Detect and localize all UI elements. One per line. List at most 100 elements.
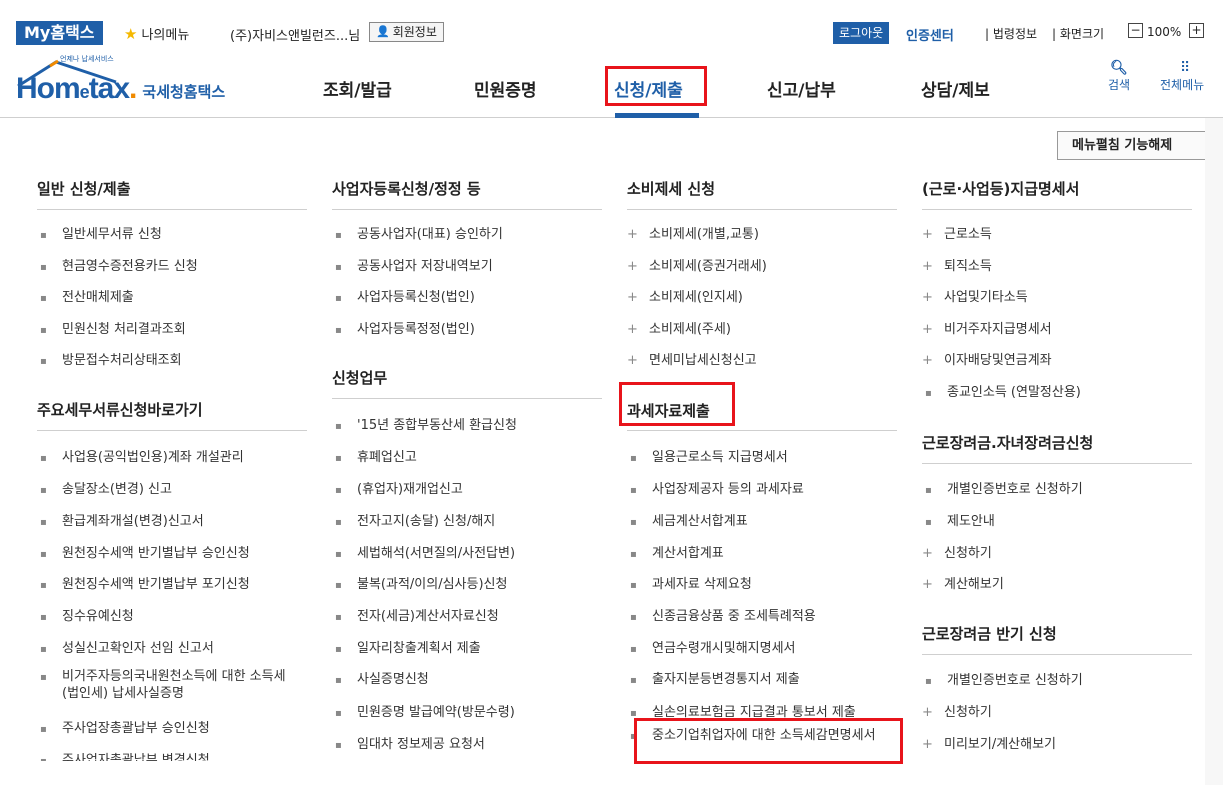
menu-item[interactable]: ▪ 개별인증번호로 신청하기: [925, 669, 1083, 688]
menu-item[interactable]: + 퇴직소득: [922, 255, 992, 274]
menu-item[interactable]: + 사업및기타소득: [922, 286, 1028, 305]
top-utility-bar: My홈택스 ★ 나의메뉴 (주)자비스앤빌런즈...님 👤 회원정보 로그아웃 …: [0, 0, 1223, 46]
law-info-link[interactable]: | 법령정보: [985, 25, 1037, 42]
bullet-icon: ▪: [630, 612, 637, 623]
bullet-icon: ▪: [40, 262, 47, 273]
section-divider: [37, 209, 307, 210]
menu-item[interactable]: ▪ 전자(세금)계산서자료신청: [335, 605, 499, 624]
menu-item[interactable]: ▪ 공동사업자 저장내역보기: [335, 255, 493, 274]
menu-item[interactable]: ▪ 세법해석(서면질의/사전답변): [335, 542, 515, 561]
menu-item[interactable]: ▪ 사업장제공자 등의 과세자료: [630, 478, 804, 497]
menu-item[interactable]: ▪ 휴폐업신고: [335, 446, 417, 465]
plus-icon: +: [627, 290, 638, 305]
menu-item[interactable]: ▪ 전자고지(송달) 신청/해지: [335, 510, 495, 529]
section-divider: [627, 209, 897, 210]
bullet-icon: ▪: [925, 485, 932, 496]
bullet-icon: ▪: [40, 325, 47, 336]
menu-item[interactable]: + 근로소득: [922, 223, 992, 242]
my-menu-label: 나의메뉴: [141, 28, 190, 43]
menu-item[interactable]: ▪ '15년 종합부동산세 환급신청: [335, 414, 517, 433]
plus-icon: +: [627, 227, 638, 242]
gnb-tab-certificate[interactable]: 민원증명: [474, 76, 537, 101]
menu-item[interactable]: ▪ (휴업자)재개업신고: [335, 478, 463, 497]
menu-item[interactable]: + 계산해보기: [922, 573, 1004, 592]
menu-item[interactable]: ▪ 현금영수증전용카드 신청: [40, 255, 198, 274]
menu-item[interactable]: + 면세미납세신청신고: [627, 349, 757, 368]
menu-item[interactable]: ▪ 방문접수처리상태조회: [40, 349, 182, 368]
plus-icon: +: [922, 227, 933, 242]
menu-item[interactable]: ▪ 사업용(공익법인용)계좌 개설관리: [40, 446, 244, 465]
menu-item[interactable]: ▪ 사실증명신청: [335, 668, 429, 687]
menu-item[interactable]: ▪ 개별인증번호로 신청하기: [925, 478, 1083, 497]
menu-item[interactable]: ▪ 임대차 정보제공 요청서: [335, 733, 485, 752]
section-divider: [332, 209, 602, 210]
menu-item[interactable]: ▪ 사업자등록정정(법인): [335, 318, 475, 337]
menu-item[interactable]: ▪ 원천징수세액 반기별납부 포기신청: [40, 573, 250, 592]
menu-item[interactable]: + 미리보기/계산해보기: [922, 733, 1056, 752]
section-divider: [37, 430, 307, 431]
zoom-in-button[interactable]: +: [1189, 23, 1204, 38]
menu-item[interactable]: + 이자배당및연금계좌: [922, 349, 1052, 368]
hometax-logo[interactable]: Hometax. 국세청홈택스: [16, 58, 225, 106]
menu-item[interactable]: ▪ 징수유예신청: [40, 605, 134, 624]
menu-item[interactable]: ▪ 출자지분등변경통지서 제출: [630, 668, 800, 687]
menu-item[interactable]: + 소비제세(주세): [627, 318, 731, 337]
menu-item[interactable]: ▪ 민원신청 처리결과조회: [40, 318, 186, 337]
menu-item[interactable]: ▪ 공동사업자(대표) 승인하기: [335, 223, 503, 242]
gnb-tab-report-pay[interactable]: 신고/납부: [767, 76, 836, 101]
auth-center-link[interactable]: 인증센터: [906, 25, 954, 44]
menu-item[interactable]: ▪ 불복(과적/이의/심사등)신청: [335, 573, 507, 592]
scrollbar-track[interactable]: [1205, 118, 1223, 785]
section-title-half-year-credit: 근로장려금 반기 신청: [922, 625, 1057, 643]
menu-item[interactable]: ▪ 민원증명 발급예약(방문수령): [335, 701, 515, 720]
bullet-icon: ▪: [335, 675, 342, 686]
menu-item[interactable]: ▪ 신종금융상품 중 조세특례적용: [630, 605, 816, 624]
menu-item[interactable]: ▪ 세금계산서합계표: [630, 510, 748, 529]
menu-item[interactable]: ▪ 제도안내: [925, 510, 995, 529]
menu-item[interactable]: + 소비제세(증권거래세): [627, 255, 767, 274]
zoom-out-button[interactable]: −: [1128, 23, 1143, 38]
search-button[interactable]: 🔍︎ 검색: [1104, 60, 1134, 93]
person-icon: 👤: [376, 25, 390, 38]
menu-item[interactable]: ▪ 일용근로소득 지급명세서: [630, 446, 788, 465]
logout-button[interactable]: 로그아웃: [833, 22, 890, 44]
bullet-icon: ▪: [335, 262, 342, 273]
menu-item[interactable]: + 소비제세(인지세): [627, 286, 743, 305]
menu-item[interactable]: + 비거주자지급명세서: [922, 318, 1052, 337]
menu-expand-toggle-button[interactable]: 메뉴펼침 기능해제: [1057, 131, 1223, 160]
menu-item[interactable]: ▪ 성실신고확인자 선임 신고서: [40, 637, 214, 656]
menu-item[interactable]: + 신청하기: [922, 542, 992, 561]
menu-item[interactable]: + 소비제세(개별,교통): [627, 223, 759, 242]
menu-item[interactable]: ▪ 계산서합계표: [630, 542, 724, 561]
bullet-icon: ▪: [335, 293, 342, 304]
section-title-general-apply: 일반 신청/제출: [37, 180, 131, 198]
plus-icon: +: [922, 353, 933, 368]
menu-item[interactable]: ▪ 전산매체제출: [40, 286, 134, 305]
bullet-icon: ▪: [40, 517, 47, 528]
section-divider: [922, 209, 1192, 210]
menu-item[interactable]: ▪ 환급계좌개설(변경)신고서: [40, 510, 204, 529]
menu-item[interactable]: ▪ 원천징수세액 반기별납부 승인신청: [40, 542, 250, 561]
menu-item[interactable]: ▪ 송달장소(변경) 신고: [40, 478, 172, 497]
menu-item[interactable]: ▪ 종교인소득 (연말정산용): [925, 381, 1081, 400]
gnb-tab-inquiry[interactable]: 조회/발급: [323, 76, 392, 101]
menu-item[interactable]: ▪ 일자리창출계획서 제출: [335, 637, 481, 656]
bullet-icon: ▪: [40, 485, 47, 496]
menu-item[interactable]: ▪주사업자총괄납부 변경신청: [40, 749, 210, 761]
my-menu-link[interactable]: ★ 나의메뉴: [124, 24, 190, 44]
my-hometax-button[interactable]: My홈택스: [16, 21, 103, 45]
highlight-box-sme-tax-reduction: [634, 718, 903, 764]
menu-item[interactable]: ▪ 일반세무서류 신청: [40, 223, 162, 242]
menu-item[interactable]: ▪ 연금수령개시및해지명세서: [630, 637, 796, 656]
menu-item[interactable]: ▪ 사업자등록신청(법인): [335, 286, 475, 305]
all-menu-button[interactable]: ⠿ 전체메뉴: [1160, 60, 1223, 93]
member-info-button[interactable]: 👤 회원정보: [369, 22, 444, 42]
section-divider: [332, 398, 602, 399]
menu-item[interactable]: ▪ 과세자료 삭제요청: [630, 573, 752, 592]
plus-icon: +: [922, 322, 933, 337]
menu-item[interactable]: ▪ 비거주자등의국내원천소득에 대한 소득세(법인세) 납세사실증명: [40, 668, 305, 702]
gnb-tab-consult[interactable]: 상담/제보: [921, 76, 990, 101]
menu-item[interactable]: ▪ 주사업장총괄납부 승인신청: [40, 717, 210, 736]
menu-item[interactable]: + 신청하기: [922, 701, 992, 720]
search-label: 검색: [1107, 78, 1131, 92]
